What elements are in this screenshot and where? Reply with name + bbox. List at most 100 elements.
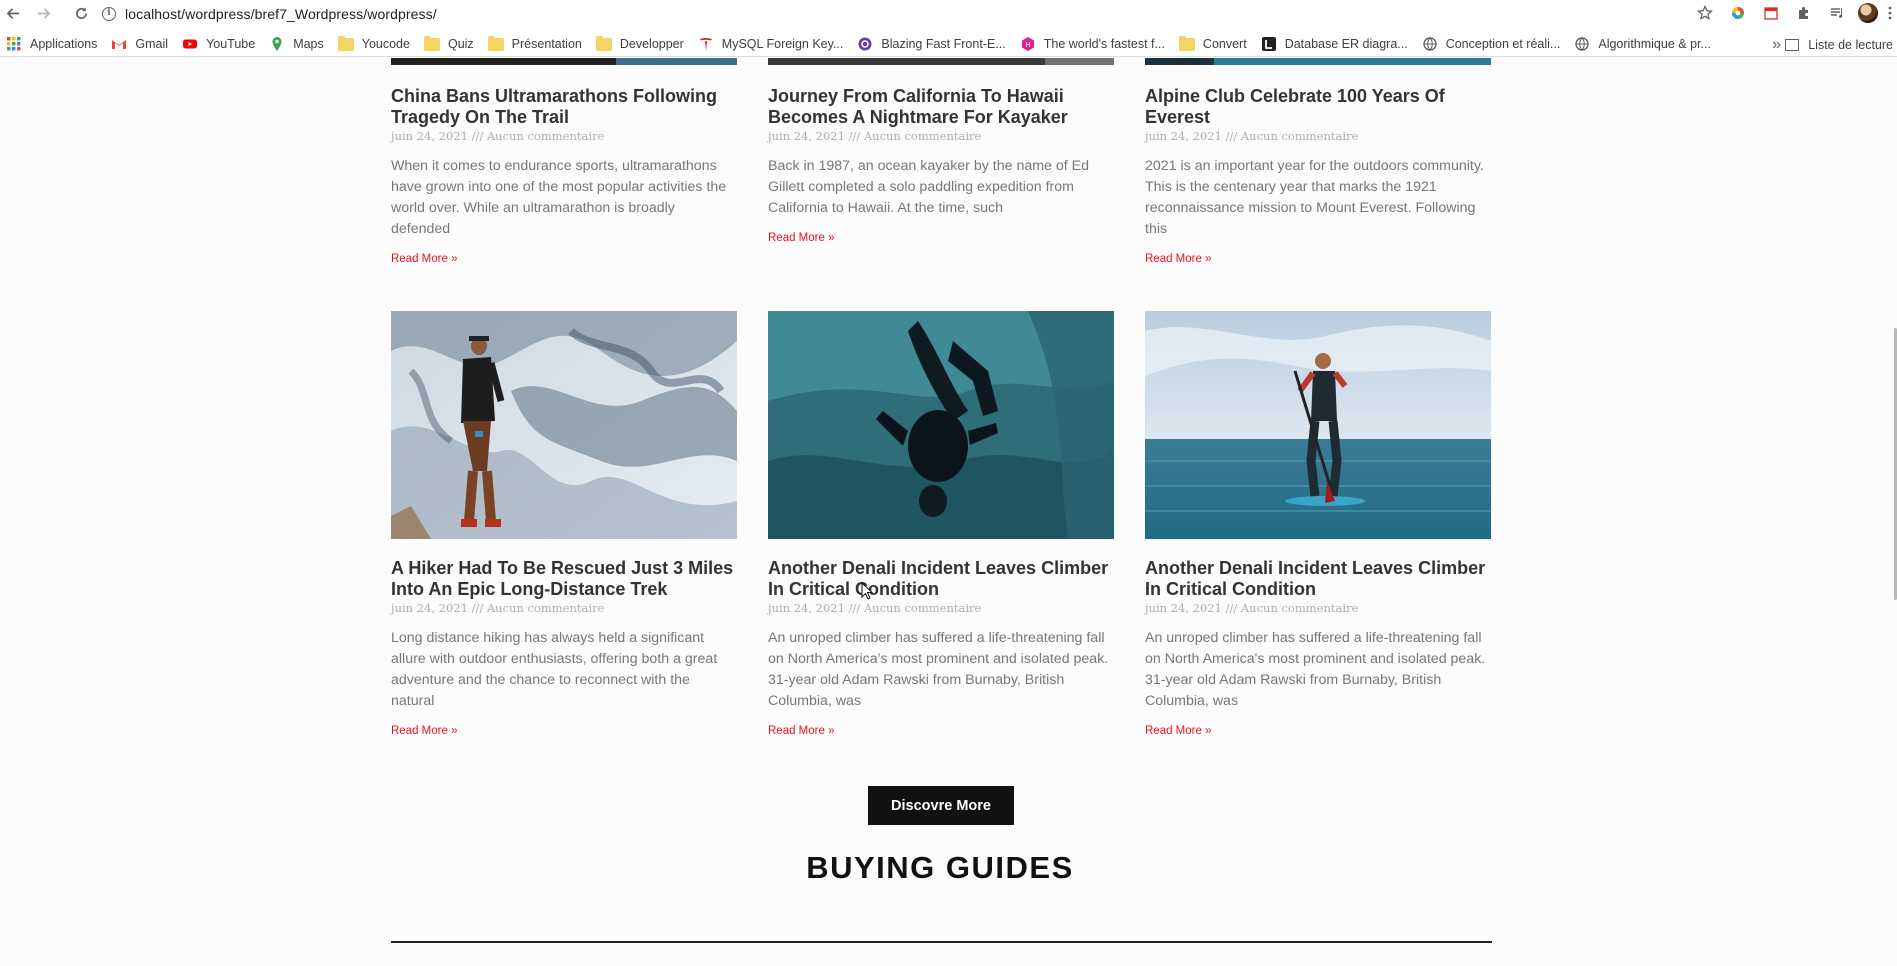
more-bookmarks-button[interactable]: » <box>1772 32 1781 57</box>
folder-icon <box>337 35 354 51</box>
climber-flip-image <box>768 311 1114 539</box>
post-meta: juin 24, 2021 /// Aucun commentaire <box>1145 601 1359 615</box>
hiker-snow-image <box>391 311 737 539</box>
calendar-icon <box>1763 7 1778 20</box>
color-extension-button[interactable] <box>1721 0 1754 26</box>
folder-icon <box>1178 35 1195 51</box>
extensions-button[interactable] <box>1787 0 1820 26</box>
avatar <box>1858 3 1878 23</box>
post-title[interactable]: Another Denali Incident Leaves Climber I… <box>1145 558 1491 600</box>
bookmark-item[interactable]: Blazing Fast Front-E... <box>851 32 1013 57</box>
post-card: Journey From California To Hawaii Become… <box>768 86 1114 246</box>
media-queue-button[interactable] <box>1820 0 1853 26</box>
bookmark-label: Gmail <box>135 37 169 51</box>
post-card: Another Denali Incident Leaves Climber I… <box>768 311 1114 739</box>
forward-arrow-icon <box>37 7 50 19</box>
post-card: Alpine Club Celebrate 100 Years Of Evere… <box>1145 86 1491 267</box>
read-more-link[interactable]: Read More » <box>391 253 457 265</box>
bookmark-item[interactable]: Maps <box>263 32 332 57</box>
bookmark-item[interactable]: Applications <box>0 32 105 57</box>
post-excerpt: An unroped climber has suffered a life-t… <box>1145 630 1486 709</box>
bookmark-label: Maps <box>293 37 324 51</box>
bookmark-label: Présentation <box>511 37 582 51</box>
page-scrollbar[interactable] <box>1891 58 1897 966</box>
bookmark-item[interactable]: MySQL Foreign Key... <box>692 32 852 57</box>
bookmark-item[interactable]: H The world's fastest f... <box>1014 32 1173 57</box>
lucid-icon <box>1261 36 1277 52</box>
post-meta: juin 24, 2021 /// Aucun commentaire <box>391 129 605 143</box>
youtube-icon <box>182 36 198 52</box>
bookmark-item[interactable]: Algorithmique & pr... <box>1568 32 1719 57</box>
reading-list-button[interactable]: Liste de lecture <box>1785 32 1897 57</box>
tesla-icon <box>698 36 714 52</box>
bookmark-item[interactable]: Présentation <box>482 32 590 57</box>
toolbar-actions <box>1688 0 1897 26</box>
reload-button[interactable] <box>68 0 94 26</box>
post-title[interactable]: Alpine Club Celebrate 100 Years Of Evere… <box>1145 86 1491 128</box>
post-title[interactable]: Another Denali Incident Leaves Climber I… <box>768 558 1114 600</box>
mouse-cursor-icon <box>861 582 873 600</box>
read-more-link[interactable]: Read More » <box>391 725 457 737</box>
folder-icon <box>595 35 612 51</box>
post-excerpt: 2021 is an important year for the outdoo… <box>1145 158 1484 237</box>
site-info-icon[interactable]: i <box>102 6 116 21</box>
read-more-link[interactable]: Read More » <box>1145 253 1211 265</box>
folder-icon <box>423 35 440 51</box>
bookmarks-bar: Applications Gmail YouTube Maps Youcode Quiz P… <box>0 32 1897 57</box>
post-image-hiker[interactable] <box>391 311 737 539</box>
page-content: China Bans Ultramarathons Following Trag… <box>0 58 1897 966</box>
puzzle-icon <box>1798 7 1808 19</box>
bookmark-item[interactable]: Conception et réali... <box>1416 32 1569 57</box>
kebab-menu-icon <box>1888 6 1892 20</box>
row1-image-strip <box>768 58 1114 65</box>
reading-list-icon <box>1785 38 1800 51</box>
post-meta: juin 24, 2021 /// Aucun commentaire <box>768 129 982 143</box>
post-card: A Hiker Had To Be Rescued Just 3 Miles I… <box>391 311 737 739</box>
bookmark-item[interactable]: Gmail <box>105 32 176 57</box>
url-text[interactable]: localhost/wordpress/bref7_Wordpress/word… <box>125 6 437 22</box>
read-more-link[interactable]: Read More » <box>768 232 834 244</box>
post-meta: juin 24, 2021 /// Aucun commentaire <box>391 601 605 615</box>
browser-toolbar: i localhost/wordpress/bref7_Wordpress/wo… <box>0 0 1897 26</box>
forward-button[interactable] <box>30 0 56 26</box>
bookmark-label: The world's fastest f... <box>1043 37 1165 51</box>
bookmark-label: MySQL Foreign Key... <box>721 37 844 51</box>
gmail-icon <box>111 36 127 52</box>
circle-logo-icon <box>857 36 873 52</box>
bookmark-item[interactable]: Youcode <box>332 32 418 57</box>
calendar-extension-button[interactable] <box>1754 0 1787 26</box>
bookmark-item[interactable]: YouTube <box>176 32 263 57</box>
bookmark-item[interactable]: Quiz <box>418 32 482 57</box>
reload-icon <box>75 6 87 19</box>
post-image-climber[interactable] <box>768 311 1114 539</box>
bookmark-item[interactable]: Convert <box>1173 32 1255 57</box>
post-meta: juin 24, 2021 /// Aucun commentaire <box>768 601 982 615</box>
post-image-paddleboard[interactable] <box>1145 311 1491 539</box>
bookmark-star-button[interactable] <box>1688 0 1721 26</box>
section-divider <box>391 941 1492 943</box>
post-excerpt: When it comes to endurance sports, ultra… <box>391 158 727 237</box>
post-title[interactable]: Journey From California To Hawaii Become… <box>768 86 1114 128</box>
menu-button[interactable] <box>1883 0 1897 26</box>
apps-grid-icon <box>6 36 22 52</box>
bookmark-label: Youcode <box>361 37 410 51</box>
profile-button[interactable] <box>1853 0 1883 26</box>
discover-more-button[interactable]: Discovre More <box>868 786 1014 825</box>
post-title[interactable]: A Hiker Had To Be Rescued Just 3 Miles I… <box>391 558 737 600</box>
read-more-link[interactable]: Read More » <box>768 725 834 737</box>
back-arrow-icon <box>6 7 19 19</box>
post-title[interactable]: China Bans Ultramarathons Following Trag… <box>391 86 737 128</box>
bookmark-label: YouTube <box>206 37 256 51</box>
bookmark-item[interactable]: Database ER diagra... <box>1255 32 1416 57</box>
bookmark-label: Applications <box>30 37 98 51</box>
post-excerpt: Long distance hiking has always held a s… <box>391 630 718 709</box>
bookmark-item[interactable]: Developper <box>590 32 692 57</box>
read-more-link[interactable]: Read More » <box>1145 725 1211 737</box>
globe-icon <box>1574 36 1590 52</box>
address-bar[interactable]: i localhost/wordpress/bref7_Wordpress/wo… <box>102 3 1662 24</box>
bookmark-label: Quiz <box>447 37 474 51</box>
buying-guides-heading: BUYING GUIDES <box>806 850 1074 885</box>
post-card: Another Denali Incident Leaves Climber I… <box>1145 311 1491 739</box>
paddleboarder-image <box>1145 311 1491 539</box>
back-button[interactable] <box>0 0 26 26</box>
